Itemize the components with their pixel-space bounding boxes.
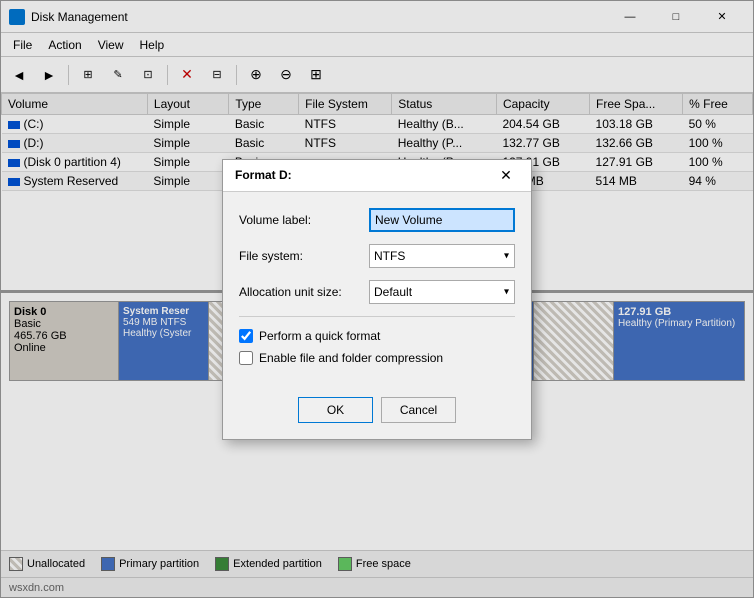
- dialog-body: Volume label: File system: NTFS FAT32 ex…: [223, 192, 531, 389]
- quick-format-label[interactable]: Perform a quick format: [259, 329, 380, 343]
- quick-format-checkbox[interactable]: [239, 329, 253, 343]
- compression-checkbox[interactable]: [239, 351, 253, 365]
- dialog-titlebar: Format D: ✕: [223, 160, 531, 192]
- compression-label[interactable]: Enable file and folder compression: [259, 351, 443, 365]
- quick-format-row: Perform a quick format: [239, 329, 515, 343]
- volume-label-input[interactable]: [369, 208, 515, 232]
- allocation-unit-label: Allocation unit size:: [239, 285, 369, 299]
- allocation-unit-row: Allocation unit size: Default 512 1024 2…: [239, 280, 515, 304]
- volume-label-label: Volume label:: [239, 213, 369, 227]
- ok-button[interactable]: OK: [298, 397, 373, 423]
- file-system-select[interactable]: NTFS FAT32 exFAT: [369, 244, 515, 268]
- file-system-row: File system: NTFS FAT32 exFAT: [239, 244, 515, 268]
- cancel-button[interactable]: Cancel: [381, 397, 456, 423]
- allocation-unit-select[interactable]: Default 512 1024 2048 4096: [369, 280, 515, 304]
- volume-label-control: [369, 208, 515, 232]
- modal-overlay: Format D: ✕ Volume label: File system: N…: [0, 0, 754, 598]
- dialog-close-button[interactable]: ✕: [493, 162, 519, 188]
- allocation-unit-control: Default 512 1024 2048 4096: [369, 280, 515, 304]
- compression-row: Enable file and folder compression: [239, 351, 515, 365]
- format-dialog: Format D: ✕ Volume label: File system: N…: [222, 159, 532, 440]
- dialog-title: Format D:: [235, 168, 493, 182]
- dialog-divider: [239, 316, 515, 317]
- volume-label-row: Volume label:: [239, 208, 515, 232]
- dialog-buttons: OK Cancel: [223, 389, 531, 439]
- file-system-label: File system:: [239, 249, 369, 263]
- file-system-control: NTFS FAT32 exFAT: [369, 244, 515, 268]
